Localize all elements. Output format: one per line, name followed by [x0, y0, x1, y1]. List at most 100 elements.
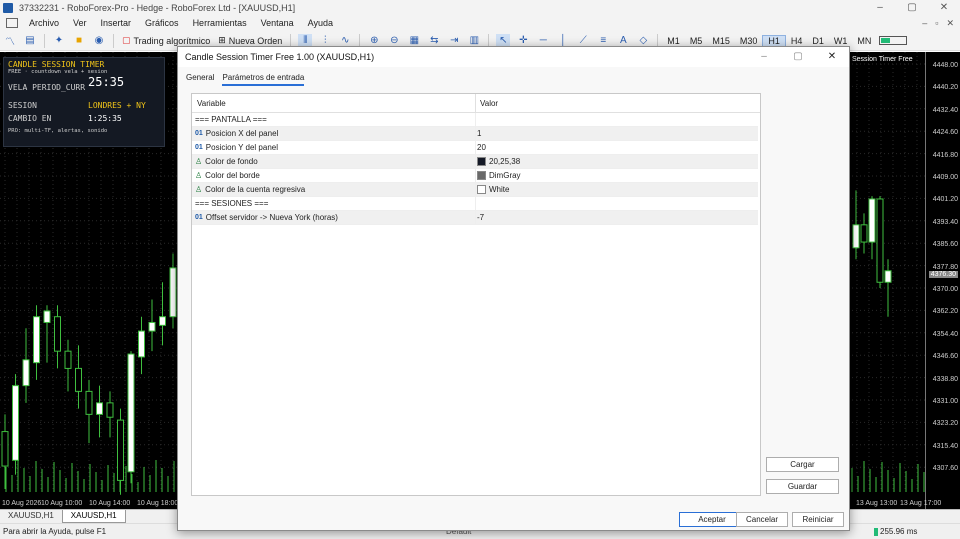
parameter-name: === SESIONES ===: [195, 199, 269, 208]
table-row[interactable]: 01 Posicion X del panel 1: [192, 127, 758, 141]
menu-insertar[interactable]: Insertar: [94, 18, 139, 28]
parameter-value-cell[interactable]: White: [477, 185, 509, 194]
price-tick: 4416.80: [932, 151, 958, 159]
price-tick: 4401.20: [932, 196, 958, 204]
candle: [852, 224, 860, 249]
price-tick: 4307.60: [932, 465, 958, 473]
timeframe-d1[interactable]: D1: [807, 36, 829, 46]
title-bar: 37332231 - RoboForex-Pro - Hedge - RoboF…: [0, 0, 960, 15]
menu-herramientas[interactable]: Herramientas: [186, 18, 254, 28]
timeframe-h4[interactable]: H4: [786, 36, 808, 46]
column-divider: [475, 94, 476, 112]
menu-ventana[interactable]: Ventana: [254, 18, 301, 28]
chart-type-icon[interactable]: ▤: [23, 34, 37, 48]
timeframe-m30[interactable]: M30: [735, 36, 763, 46]
cancel-button[interactable]: Cancelar: [736, 512, 788, 527]
indicator-properties-dialog: Candle Session Timer Free 1.00 (XAUUSD,H…: [177, 46, 850, 531]
chart-tab-active[interactable]: XAUUSD,H1: [61, 510, 126, 523]
timeframe-m15[interactable]: M15: [707, 36, 735, 46]
table-header: Variable Valor: [192, 94, 760, 113]
parameter-value-cell[interactable]: DimGray: [477, 171, 521, 180]
time-tick: 10 Aug 2026: [2, 500, 42, 507]
timeframe-w1[interactable]: W1: [829, 36, 853, 46]
price-axis[interactable]: 4448.00 4440.20 4432.40 4424.60 4416.80 4409.…: [925, 52, 960, 509]
timer-title: CANDLE SESSION TIMER: [8, 60, 105, 69]
table-row[interactable]: ♙ Color de la cuenta regresiva White: [192, 183, 758, 197]
new-order-button[interactable]: ⊞ Nueva Orden: [214, 35, 286, 46]
price-tick: 4315.40: [932, 442, 958, 450]
table-row[interactable]: === PANTALLA ===: [192, 113, 758, 127]
parameter-value-cell[interactable]: 20: [477, 143, 486, 152]
column-divider: [475, 127, 476, 141]
help-hint: Para abrir la Ayuda, pulse F1: [3, 527, 107, 536]
crosshair-star-icon[interactable]: ✦: [52, 34, 66, 48]
color-swatch[interactable]: [477, 157, 486, 166]
cambio-label: CAMBIO EN: [8, 114, 52, 123]
candle: [1, 431, 9, 467]
table-row[interactable]: === SESIONES ===: [192, 197, 758, 211]
signal-icon[interactable]: ◉: [92, 34, 106, 48]
column-variable[interactable]: Variable: [197, 99, 226, 108]
menu-ver[interactable]: Ver: [66, 18, 94, 28]
parameter-name-cell: ♙ Color del borde: [195, 171, 260, 180]
load-button[interactable]: Cargar: [766, 457, 839, 472]
price-tick: 4440.20: [932, 84, 958, 92]
dialog-maximize-button[interactable]: ▢: [781, 47, 815, 67]
table-row[interactable]: ♙ Color de fondo 20,25,38: [192, 155, 758, 169]
parameter-name-cell: ♙ Color de fondo: [195, 157, 258, 166]
column-divider: [475, 183, 476, 197]
reset-button[interactable]: Reiniciar: [792, 512, 844, 527]
table-row[interactable]: 01 Posicion Y del panel 20: [192, 141, 758, 155]
price-tick: 4346.60: [932, 353, 958, 361]
mdi-close-button[interactable]: ✕: [946, 15, 954, 31]
column-valor[interactable]: Valor: [480, 99, 498, 108]
chart-tab[interactable]: XAUUSD,H1: [0, 510, 62, 523]
chart-window-icon[interactable]: [6, 18, 18, 28]
stop-icon: ▢: [122, 35, 131, 45]
parameters-table: Variable Valor === PANTALLA === 01 Posicio…: [191, 93, 761, 496]
algo-trading-button[interactable]: ▢ Trading algorítmico: [118, 35, 214, 46]
parameter-value-cell[interactable]: -7: [477, 213, 484, 222]
lock-icon[interactable]: ■: [72, 34, 86, 48]
timeframe-mn[interactable]: MN: [852, 36, 876, 46]
parameter-name: Color de la cuenta regresiva: [205, 185, 306, 194]
timeframe-m5[interactable]: M5: [685, 36, 708, 46]
candle: [884, 270, 892, 283]
color-swatch[interactable]: [477, 185, 486, 194]
indicators-icon[interactable]: 〽: [3, 34, 17, 48]
menu-ayuda[interactable]: Ayuda: [301, 18, 340, 28]
parameter-name: Color de fondo: [205, 157, 258, 166]
candle: [22, 359, 30, 387]
table-row[interactable]: ♙ Color del borde DimGray: [192, 169, 758, 183]
dialog-close-button[interactable]: ✕: [815, 47, 849, 67]
mdi-restore-button[interactable]: ▫: [935, 15, 938, 31]
parameter-value: DimGray: [489, 171, 521, 180]
toolbar-divider: [44, 33, 45, 48]
timeframe-m1[interactable]: M1: [662, 36, 685, 46]
pro-note: PRO: multi-TF, alertas, sonido: [8, 128, 108, 134]
save-button[interactable]: Guardar: [766, 479, 839, 494]
close-button[interactable]: ✕: [928, 0, 960, 15]
sesion-label: SESION: [8, 101, 37, 110]
color-swatch[interactable]: [477, 171, 486, 180]
vela-countdown: 25:35: [88, 75, 125, 89]
new-order-label: Nueva Orden: [228, 35, 283, 46]
tab-general[interactable]: General: [186, 73, 214, 86]
tab-input-parameters[interactable]: Parámetros de entrada: [222, 73, 305, 86]
toolbar-divider: [113, 33, 114, 48]
parameter-name-cell: === SESIONES ===: [195, 199, 268, 208]
maximize-button[interactable]: ▢: [896, 0, 928, 15]
menu-archivo[interactable]: Archivo: [22, 18, 66, 28]
mdi-minimize-button[interactable]: –: [922, 15, 927, 31]
price-tick: 4354.40: [932, 330, 958, 338]
parameter-value: 1: [477, 129, 482, 138]
minimize-button[interactable]: –: [864, 0, 896, 15]
parameter-value-cell[interactable]: 20,25,38: [477, 157, 520, 166]
menu-graficos[interactable]: Gráficos: [138, 18, 186, 28]
parameter-value-cell[interactable]: 1: [477, 129, 481, 138]
column-divider: [475, 197, 476, 211]
dialog-minimize-button[interactable]: –: [747, 47, 781, 67]
timeframe-h1[interactable]: H1: [762, 34, 786, 47]
time-tick: 10 Aug 10:00: [41, 500, 83, 507]
table-row[interactable]: 01 Offset servidor -> Nueva York (horas) -…: [192, 211, 758, 225]
